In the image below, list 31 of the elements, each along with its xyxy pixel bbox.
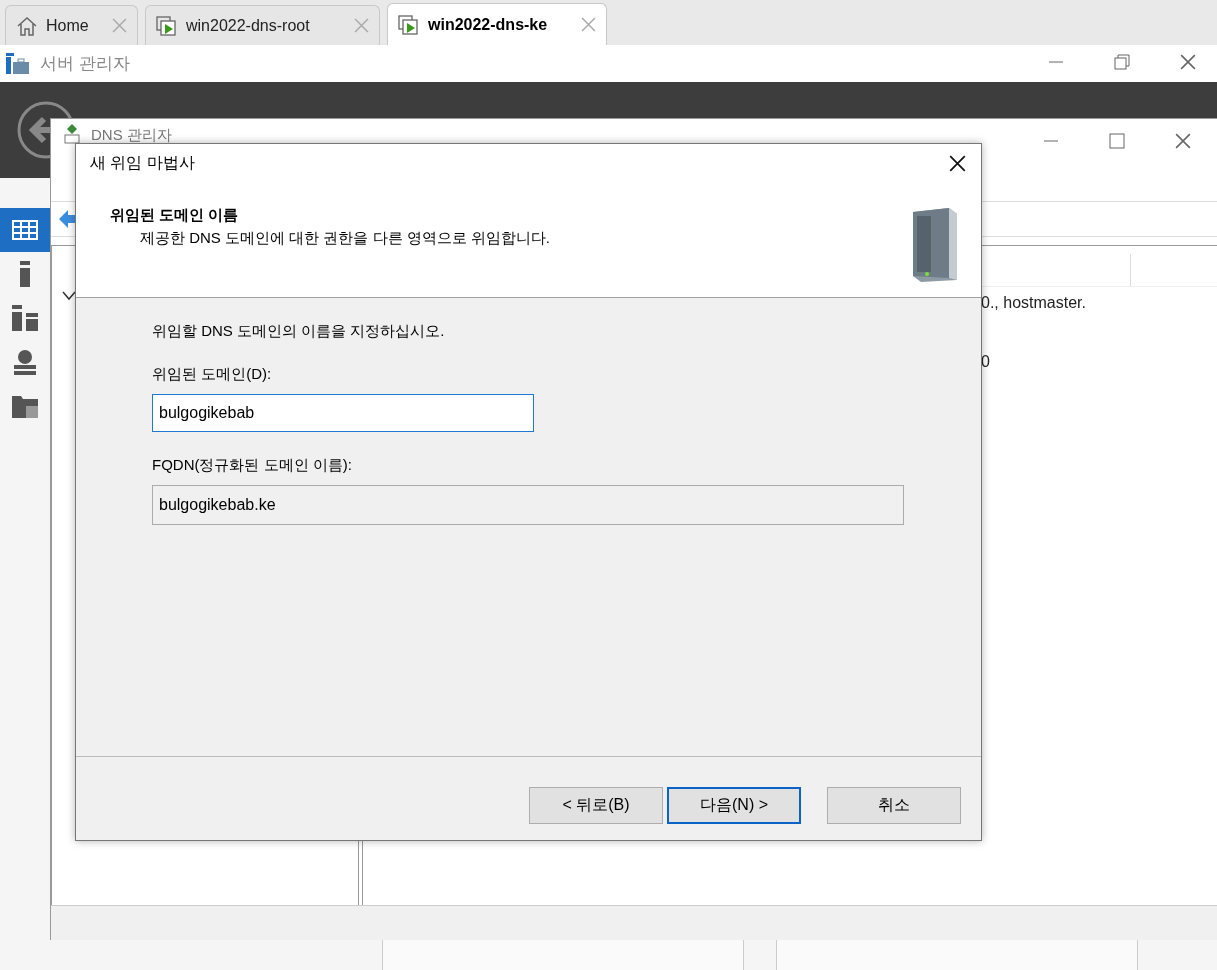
servers-icon[interactable] [12,305,38,331]
server-icon[interactable] [19,261,31,287]
folder-icon[interactable] [12,394,38,418]
wizard-button[interactable]: 다음(N) > [667,787,801,824]
page-description: 제공한 DNS 도메인에 대한 권한을 다른 영역으로 위임합니다. [139,229,550,248]
list-text: 0., hostmaster. [981,294,1086,312]
window-title: 서버 관리자 [40,53,130,75]
dashboard-icon[interactable] [12,220,38,240]
home-icon [16,15,38,36]
toolbox-icon [6,52,30,75]
browser-tab[interactable]: Home [5,5,138,45]
domain-input[interactable]: bulgogikebab [152,394,534,432]
window-title: DNS 관리자 [91,126,172,144]
close-icon[interactable] [949,154,966,172]
instruction-text: 위임할 DNS 도메인의 이름을 지정하십시오. [152,322,446,341]
list-text: 0 [981,353,990,371]
nav-item[interactable] [0,208,50,252]
browser-tab[interactable]: win2022-dns-ke [387,3,607,45]
page-heading: 위임된 도메인 이름 [110,206,240,225]
field-label: FQDN(정규화된 도메인 이름): [152,456,353,475]
vm-icon [156,15,178,36]
vm-icon [398,14,420,35]
dns-icon[interactable] [12,349,38,375]
expand-icon[interactable] [62,291,76,301]
field-label: 위임된 도메인(D): [152,365,273,384]
dialog-title: 새 위임 마법사 [90,152,195,173]
restore-icon[interactable] [1114,54,1130,70]
wizard-button[interactable]: < 뒤로(B) [529,787,663,824]
fqdn-field[interactable]: bulgogikebab.ke [152,485,904,525]
wizard-button[interactable]: 취소 [827,787,961,824]
browser-tab[interactable]: win2022-dns-root [145,5,380,45]
